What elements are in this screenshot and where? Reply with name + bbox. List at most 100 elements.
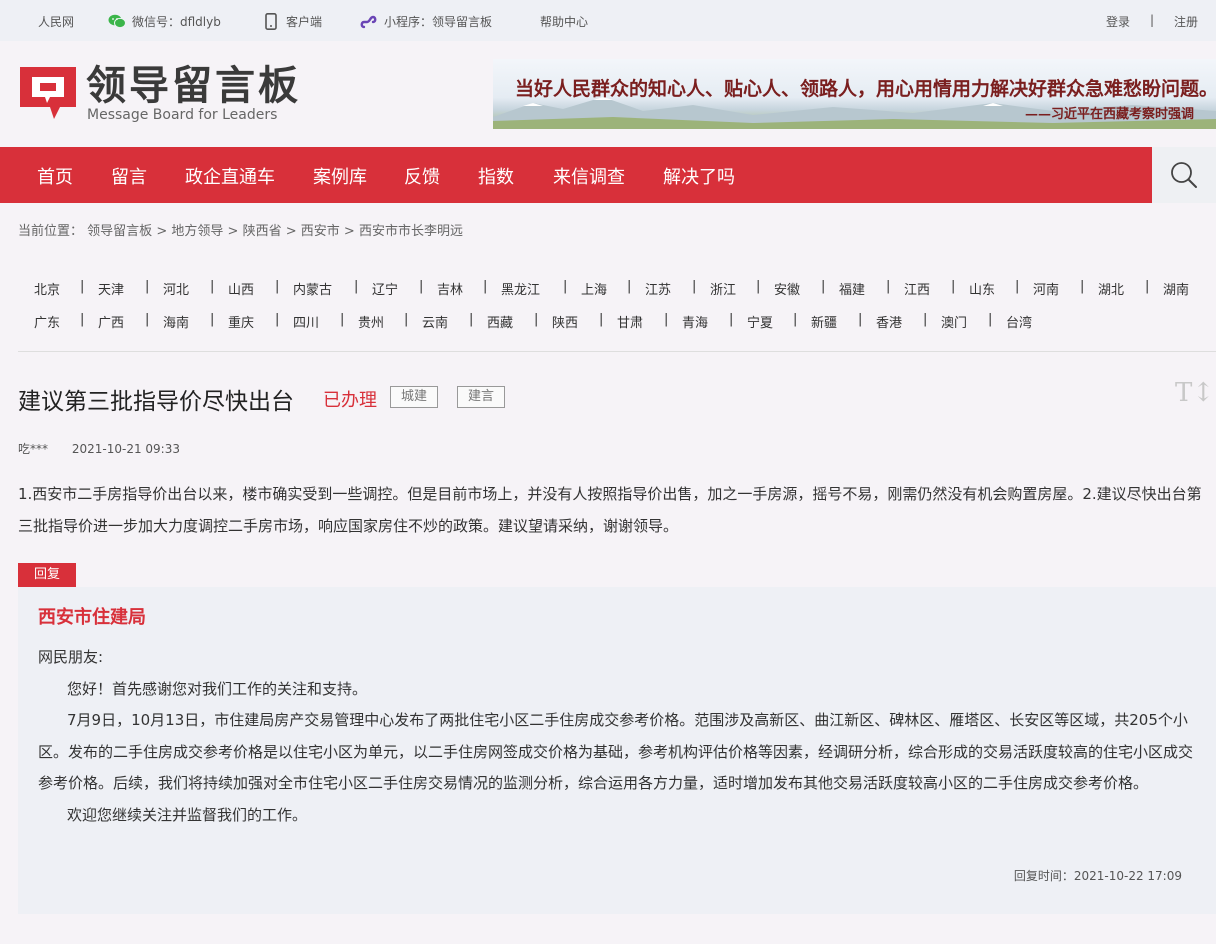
- help-link[interactable]: 帮助中心: [540, 13, 588, 30]
- mobile-icon: [262, 13, 280, 30]
- province-sep: |: [275, 279, 280, 294]
- reply-time: 回复时间：2021-10-22 17:09: [1013, 869, 1182, 883]
- search-icon: [1171, 162, 1197, 188]
- breadcrumb-local-leaders[interactable]: 地方领导: [171, 224, 223, 239]
- province-sep: |: [858, 312, 863, 327]
- province-sep: |: [145, 312, 150, 327]
- province-link[interactable]: 北京: [34, 279, 60, 298]
- province-link[interactable]: 湖南: [1163, 279, 1189, 298]
- message-content: 1.西安市二手房指导价出台以来，楼市确实受到一些调控。但是目前市场上，并没有人按…: [18, 485, 1202, 535]
- help-label[interactable]: 帮助中心: [540, 13, 588, 30]
- breadcrumb-prefix: 当前位置：: [18, 224, 84, 239]
- message-author: 吃***: [18, 442, 49, 456]
- search-button[interactable]: [1152, 147, 1216, 203]
- miniapp-label[interactable]: 小程序：领导留言板: [384, 13, 492, 30]
- province-sep: |: [340, 312, 345, 327]
- province-sep: |: [534, 312, 539, 327]
- miniapp-link[interactable]: 小程序：领导留言板: [360, 13, 492, 30]
- province-link[interactable]: 青海: [682, 312, 708, 331]
- status-badge: 已办理: [323, 390, 377, 411]
- reply-label: 回复: [18, 563, 76, 587]
- province-link[interactable]: 澳门: [941, 312, 967, 331]
- province-sep: |: [145, 279, 150, 294]
- province-link[interactable]: 黑龙江: [501, 279, 540, 298]
- message-time: 2021-10-21 09:33: [71, 442, 180, 456]
- breadcrumb-board[interactable]: 领导留言板: [87, 224, 152, 239]
- province-link[interactable]: 甘肃: [617, 312, 643, 331]
- province-sep: |: [404, 312, 409, 327]
- province-link[interactable]: 河北: [163, 279, 189, 298]
- province-sep: |: [886, 279, 891, 294]
- reply-organization: 西安市住建局: [38, 607, 146, 628]
- nav-resolved[interactable]: 解决了吗: [663, 163, 735, 189]
- province-link[interactable]: 香港: [876, 312, 902, 331]
- tag-suggestion[interactable]: 建言: [457, 386, 506, 408]
- section-divider: [18, 351, 1216, 352]
- province-link[interactable]: 台湾: [1006, 312, 1032, 331]
- site-link[interactable]: 人民网: [38, 13, 74, 30]
- logo-mark[interactable]: [20, 67, 80, 123]
- breadcrumb-shaanxi[interactable]: 陕西省: [243, 224, 282, 239]
- province-sep: |: [80, 279, 85, 294]
- province-link[interactable]: 天津: [98, 279, 124, 298]
- province-sep: |: [483, 279, 488, 294]
- banner-slogan: 当好人民群众的知心人、贴心人、领路人，用心用情用力解决好群众急难愁盼问题。: [515, 78, 1216, 100]
- province-link[interactable]: 上海: [581, 279, 607, 298]
- province-link[interactable]: 湖北: [1098, 279, 1124, 298]
- province-link[interactable]: 新疆: [811, 312, 837, 331]
- breadcrumb-sep: >: [285, 224, 297, 239]
- province-link[interactable]: 内蒙古: [293, 279, 332, 298]
- province-link[interactable]: 陕西: [552, 312, 578, 331]
- province-link[interactable]: 安徽: [774, 279, 800, 298]
- client-label[interactable]: 客户端: [286, 13, 322, 30]
- nav-index[interactable]: 指数: [478, 163, 514, 189]
- province-sep: |: [354, 279, 359, 294]
- reply-body: 网民朋友: 您好！首先感谢您对我们工作的关注和支持。 7月9日，10月13日，市…: [38, 642, 1196, 831]
- province-link[interactable]: 福建: [839, 279, 865, 298]
- nav-message[interactable]: 留言: [111, 163, 147, 189]
- nav-feedback[interactable]: 反馈: [404, 163, 440, 189]
- login-label[interactable]: 登录: [1106, 13, 1130, 30]
- province-link[interactable]: 山东: [969, 279, 995, 298]
- province-link[interactable]: 江苏: [645, 279, 671, 298]
- province-link[interactable]: 广东: [34, 312, 60, 331]
- breadcrumb-xian[interactable]: 西安市: [301, 224, 340, 239]
- province-sep: |: [627, 279, 632, 294]
- province-sep: |: [821, 279, 826, 294]
- province-link[interactable]: 宁夏: [747, 312, 773, 331]
- province-link[interactable]: 山西: [228, 279, 254, 298]
- province-link[interactable]: 四川: [293, 312, 319, 331]
- site-link-label[interactable]: 人民网: [38, 13, 74, 30]
- province-link[interactable]: 重庆: [228, 312, 254, 331]
- register-label[interactable]: 注册: [1174, 13, 1198, 30]
- font-size-icon[interactable]: T↕: [1175, 378, 1214, 408]
- province-link[interactable]: 辽宁: [372, 279, 398, 298]
- logo-title[interactable]: 领导留言板: [86, 63, 301, 109]
- banner-attribution: ——习近平在西藏考察时强调: [1024, 107, 1194, 122]
- nav-business-direct[interactable]: 政企直通车: [185, 163, 275, 189]
- nav-survey[interactable]: 来信调查: [553, 163, 625, 189]
- wechat-link[interactable]: 微信号：dfldlyb: [108, 13, 221, 30]
- register-link[interactable]: 注册: [1174, 13, 1198, 30]
- nav-home[interactable]: 首页: [37, 163, 73, 189]
- wechat-label[interactable]: 微信号：dfldlyb: [132, 13, 221, 30]
- nav-cases[interactable]: 案例库: [313, 163, 367, 189]
- tag-urban-construction[interactable]: 城建: [390, 386, 439, 408]
- province-link[interactable]: 云南: [422, 312, 448, 331]
- province-link[interactable]: 浙江: [710, 279, 736, 298]
- client-link[interactable]: 客户端: [262, 13, 322, 30]
- breadcrumb-sep: >: [227, 224, 239, 239]
- province-sep: |: [419, 279, 424, 294]
- top-bar: 人民网 微信号：dfldlyb 客户端 小程序：领导留言板 帮助中心 登录 | …: [0, 0, 1216, 41]
- province-link[interactable]: 江西: [904, 279, 930, 298]
- province-link[interactable]: 西藏: [487, 312, 513, 331]
- province-link[interactable]: 吉林: [437, 279, 463, 298]
- province-link[interactable]: 广西: [98, 312, 124, 331]
- province-link[interactable]: 河南: [1033, 279, 1059, 298]
- site-header: 领导留言板 Message Board for Leaders 当好人民群众的知…: [0, 41, 1216, 147]
- login-link[interactable]: 登录: [1106, 13, 1130, 30]
- province-sep: |: [80, 312, 85, 327]
- breadcrumb-mayor[interactable]: 西安市市长李明远: [359, 224, 463, 239]
- province-link[interactable]: 海南: [163, 312, 189, 331]
- province-link[interactable]: 贵州: [358, 312, 384, 331]
